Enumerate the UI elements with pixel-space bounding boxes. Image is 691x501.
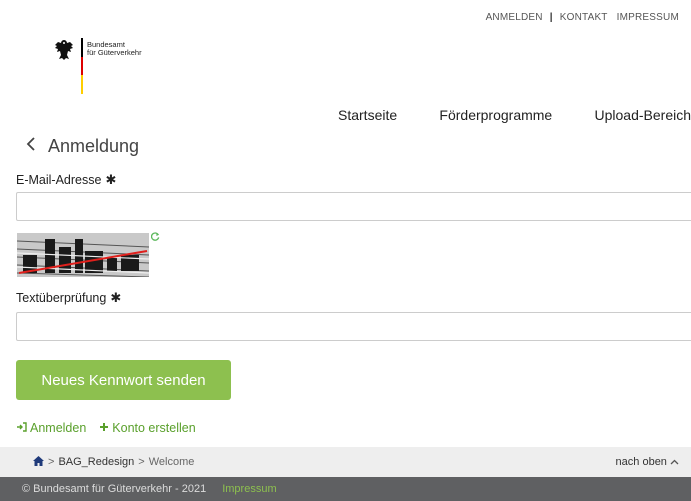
page-header: Anmeldung	[26, 136, 139, 157]
login-link-label: Anmelden	[30, 421, 87, 435]
plus-icon	[99, 422, 109, 435]
email-label: E-Mail-Adresse ✱	[16, 172, 116, 188]
login-link[interactable]: Anmelden	[16, 421, 86, 435]
refresh-icon[interactable]	[150, 232, 160, 244]
captcha-input[interactable]	[16, 312, 691, 341]
breadcrumb: > BAG_Redesign > Welcome nach oben	[0, 447, 691, 477]
logo-line-2: für Güterverkehr	[87, 48, 142, 57]
back-to-top-label: nach oben	[615, 456, 667, 468]
captcha-label-text: Textüberprüfung	[16, 291, 107, 305]
email-label-text: E-Mail-Adresse	[16, 173, 102, 187]
email-field[interactable]	[16, 192, 691, 221]
flag-bar	[81, 38, 83, 95]
nav-home[interactable]: Startseite	[338, 107, 397, 123]
breadcrumb-trail: > BAG_Redesign > Welcome	[33, 455, 194, 469]
nav-upload[interactable]: Upload-Bereich	[595, 107, 691, 123]
chevron-left-icon[interactable]	[26, 137, 36, 156]
nav-funding[interactable]: Förderprogramme	[439, 107, 552, 123]
logo-text: Bundesamt für Güterverkehr	[87, 38, 142, 94]
create-account-label: Konto erstellen	[112, 421, 196, 435]
back-to-top-link[interactable]: nach oben	[616, 456, 679, 468]
send-password-button[interactable]: Neues Kennwort senden	[16, 360, 231, 400]
required-star-icon: ✱	[105, 172, 117, 187]
breadcrumb-item-redesign[interactable]: BAG_Redesign	[58, 456, 134, 468]
top-imprint-link[interactable]: IMPRESSUM	[617, 12, 679, 23]
sign-in-icon	[16, 421, 27, 435]
footer-copyright: © Bundesamt für Güterverkehr - 2021	[22, 483, 207, 495]
footer-imprint-link[interactable]: Impressum	[222, 483, 276, 495]
top-links: ANMELDEN | KONTAKT IMPRESSUM	[486, 12, 679, 23]
captcha-label: Textüberprüfung ✱	[16, 290, 121, 306]
logo[interactable]: Bundesamt für Güterverkehr	[52, 38, 142, 95]
home-icon[interactable]	[33, 455, 44, 469]
eagle-icon	[55, 40, 73, 60]
top-separator: |	[549, 12, 553, 23]
create-account-link[interactable]: Konto erstellen	[99, 421, 196, 435]
required-star-icon: ✱	[110, 290, 122, 305]
breadcrumb-arrow-icon: >	[48, 456, 55, 468]
chevron-up-icon	[670, 456, 679, 468]
captcha-image	[17, 233, 149, 277]
page-title: Anmeldung	[48, 136, 140, 156]
main-nav: Startseite Förderprogramme Upload-Bereic…	[331, 107, 691, 123]
top-login-link[interactable]: ANMELDEN	[486, 12, 543, 23]
breadcrumb-item-welcome: Welcome	[148, 456, 195, 468]
footer: © Bundesamt für Güterverkehr - 2021 Impr…	[0, 477, 691, 501]
account-links: Anmelden Konto erstellen	[16, 421, 196, 435]
breadcrumb-arrow-icon: >	[138, 456, 145, 468]
top-contact-link[interactable]: KONTAKT	[560, 12, 608, 23]
